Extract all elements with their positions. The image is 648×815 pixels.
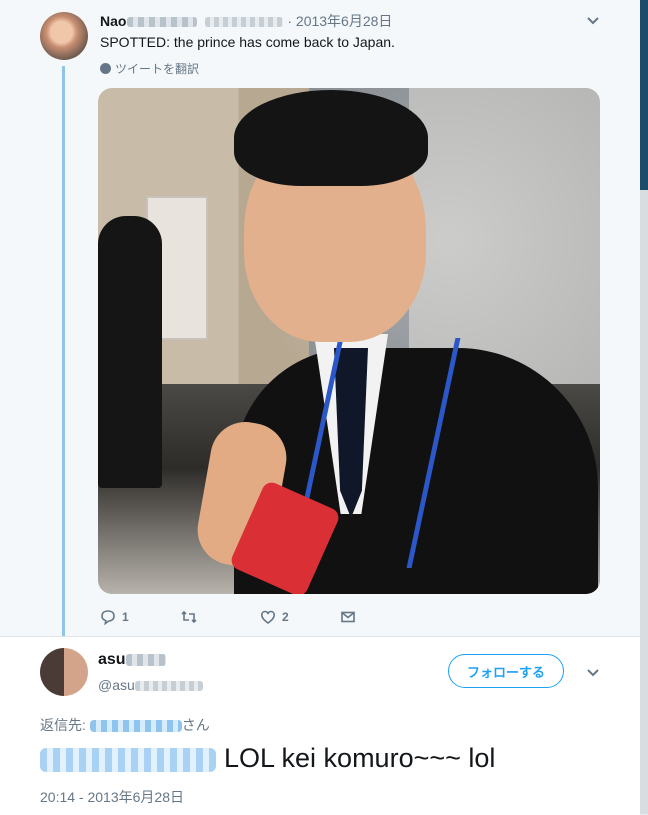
reply-author-handle-text: @asu bbox=[98, 677, 135, 693]
reply-to-label: 返信先: bbox=[40, 717, 86, 733]
parent-author-name-redacted bbox=[127, 17, 198, 28]
reply-author-name-text: asu bbox=[98, 651, 126, 668]
photo-background-person bbox=[98, 216, 162, 488]
parent-date[interactable]: 2013年6月28日 bbox=[296, 13, 393, 29]
photo-hair bbox=[234, 90, 428, 186]
reply-tweet-text: LOL kei komuro~~~ lol bbox=[40, 742, 495, 774]
tweet-photo[interactable] bbox=[98, 88, 600, 594]
envelope-icon bbox=[341, 611, 355, 623]
reply-avatar[interactable] bbox=[40, 648, 88, 696]
header-separator: · bbox=[287, 13, 293, 29]
reply-tweet-body: LOL kei komuro~~~ lol bbox=[224, 743, 496, 773]
parent-author-name[interactable]: Nao bbox=[100, 13, 126, 29]
tweet-thread-window: Nao · 2013年6月28日 SPOTTED: the prince has… bbox=[0, 0, 640, 815]
reply-count: 1 bbox=[122, 610, 129, 624]
like-count: 2 bbox=[282, 610, 289, 624]
scrollbar-thumb[interactable] bbox=[640, 0, 648, 190]
parent-tweet[interactable]: Nao · 2013年6月28日 SPOTTED: the prince has… bbox=[0, 0, 640, 644]
reply-mention-redacted[interactable] bbox=[40, 747, 216, 772]
reply-to-suffix: さん bbox=[181, 717, 210, 733]
speech-bubble-icon bbox=[101, 610, 115, 625]
parent-tweet-text: SPOTTED: the prince has come back to Jap… bbox=[100, 34, 395, 50]
translate-label: ツイートを翻訳 bbox=[115, 62, 200, 76]
parent-tweet-header: Nao · 2013年6月28日 bbox=[100, 12, 392, 30]
parent-avatar[interactable] bbox=[40, 12, 88, 60]
direct-message-action[interactable] bbox=[340, 608, 356, 626]
globe-icon bbox=[100, 63, 111, 74]
reply-to-mention-redacted[interactable] bbox=[89, 720, 182, 733]
reply-author-handle-redacted bbox=[134, 681, 203, 692]
reply-timestamp[interactable]: 20:14 - 2013年6月28日 bbox=[40, 788, 184, 806]
thread-connector-line bbox=[62, 66, 65, 644]
like-action[interactable]: 2 bbox=[260, 608, 340, 626]
reply-author-handle[interactable]: @asu bbox=[98, 676, 203, 694]
reply-author-name-redacted bbox=[125, 653, 166, 666]
translate-tweet-link[interactable]: ツイートを翻訳 bbox=[100, 60, 199, 77]
reply-to-line: 返信先: さん bbox=[40, 716, 210, 734]
reply-author-name[interactable]: asu bbox=[98, 650, 166, 670]
chevron-down-icon[interactable] bbox=[586, 666, 600, 680]
parent-author-handle-redacted bbox=[205, 17, 284, 28]
retweet-action[interactable] bbox=[180, 608, 260, 626]
follow-button[interactable]: フォローする bbox=[448, 654, 564, 688]
reply-action[interactable]: 1 bbox=[100, 608, 180, 626]
parent-tweet-actions: 1 2 bbox=[100, 608, 356, 626]
heart-icon bbox=[260, 610, 276, 625]
chevron-down-icon[interactable] bbox=[586, 14, 600, 28]
retweet-icon bbox=[181, 610, 197, 624]
